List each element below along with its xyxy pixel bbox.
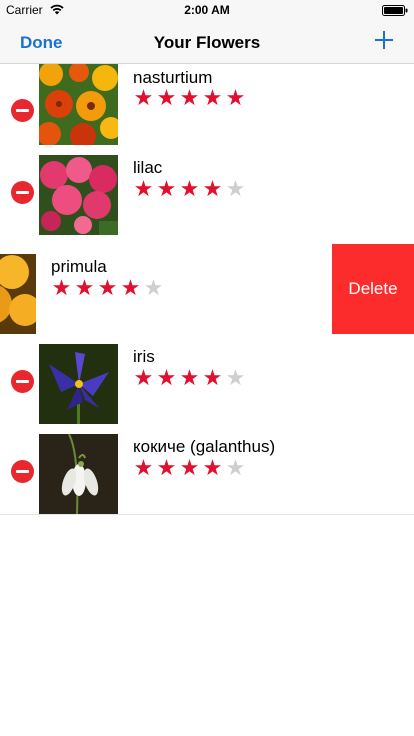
star-filled-icon[interactable]: ★ xyxy=(73,278,96,300)
navigation-bar: Done Your Flowers xyxy=(0,20,414,64)
delete-minus-icon[interactable] xyxy=(11,99,34,122)
list-item[interactable]: iris ★ ★ ★ ★ ★ xyxy=(0,334,414,424)
swipe-delete-button[interactable]: Delete xyxy=(332,244,414,334)
star-filled-icon[interactable]: ★ xyxy=(132,368,155,390)
list-item[interactable]: кокиче (galanthus) ★ ★ ★ ★ ★ xyxy=(0,424,414,514)
flower-name: iris xyxy=(133,347,155,366)
row-content: lilac ★ ★ ★ ★ ★ xyxy=(0,145,414,235)
star-rating: ★ ★ ★ ★ ★ xyxy=(132,88,247,110)
star-filled-icon[interactable]: ★ xyxy=(132,179,155,201)
star-filled-icon[interactable]: ★ xyxy=(119,278,142,300)
list-item[interactable]: lilac ★ ★ ★ ★ ★ xyxy=(0,145,414,235)
flower-name: lilac xyxy=(133,158,163,177)
status-bar: Carrier 2:00 AM xyxy=(0,0,414,20)
battery-icon xyxy=(382,5,408,16)
flower-name: primula xyxy=(51,257,107,276)
star-filled-icon[interactable]: ★ xyxy=(201,458,224,480)
list-item[interactable]: primula ★ ★ ★ ★ ★ Delete xyxy=(0,244,414,334)
star-filled-icon[interactable]: ★ xyxy=(224,88,247,110)
star-filled-icon[interactable]: ★ xyxy=(178,88,201,110)
star-filled-icon[interactable]: ★ xyxy=(178,368,201,390)
flower-thumbnail xyxy=(39,344,118,424)
star-empty-icon[interactable]: ★ xyxy=(224,368,247,390)
star-filled-icon[interactable]: ★ xyxy=(50,278,73,300)
star-filled-icon[interactable]: ★ xyxy=(155,88,178,110)
star-rating: ★ ★ ★ ★ ★ xyxy=(132,368,247,390)
plus-icon[interactable] xyxy=(374,30,394,50)
star-filled-icon[interactable]: ★ xyxy=(155,458,178,480)
flower-thumbnail xyxy=(39,155,118,235)
list-item[interactable]: nasturtium ★ ★ ★ ★ ★ xyxy=(0,64,414,145)
flower-name: кокиче (galanthus) xyxy=(133,437,276,456)
flower-name: nasturtium xyxy=(133,68,213,87)
star-filled-icon[interactable]: ★ xyxy=(201,88,224,110)
star-rating: ★ ★ ★ ★ ★ xyxy=(132,179,247,201)
star-filled-icon[interactable]: ★ xyxy=(178,179,201,201)
status-time: 2:00 AM xyxy=(184,3,230,17)
star-filled-icon[interactable]: ★ xyxy=(201,179,224,201)
delete-minus-icon[interactable] xyxy=(11,370,34,393)
star-filled-icon[interactable]: ★ xyxy=(132,458,155,480)
flower-thumbnail xyxy=(39,64,118,145)
star-filled-icon[interactable]: ★ xyxy=(178,458,201,480)
row-content: кокиче (galanthus) ★ ★ ★ ★ ★ xyxy=(0,424,414,514)
star-filled-icon[interactable]: ★ xyxy=(155,179,178,201)
row-content: iris ★ ★ ★ ★ ★ xyxy=(0,334,414,424)
star-empty-icon[interactable]: ★ xyxy=(142,278,165,300)
star-filled-icon[interactable]: ★ xyxy=(96,278,119,300)
star-empty-icon[interactable]: ★ xyxy=(224,179,247,201)
star-filled-icon[interactable]: ★ xyxy=(201,368,224,390)
row-content: nasturtium ★ ★ ★ ★ ★ xyxy=(0,64,414,145)
flower-thumbnail xyxy=(39,434,118,514)
page-title: Your Flowers xyxy=(153,33,261,52)
star-filled-icon[interactable]: ★ xyxy=(155,368,178,390)
flower-thumbnail xyxy=(0,254,36,334)
star-empty-icon[interactable]: ★ xyxy=(224,458,247,480)
delete-minus-icon[interactable] xyxy=(11,460,34,483)
star-filled-icon[interactable]: ★ xyxy=(132,88,155,110)
star-rating: ★ ★ ★ ★ ★ xyxy=(50,278,165,300)
row-content: primula ★ ★ ★ ★ ★ xyxy=(0,244,332,334)
delete-minus-icon[interactable] xyxy=(11,181,34,204)
star-rating: ★ ★ ★ ★ ★ xyxy=(132,458,247,480)
row-separator xyxy=(0,514,414,515)
